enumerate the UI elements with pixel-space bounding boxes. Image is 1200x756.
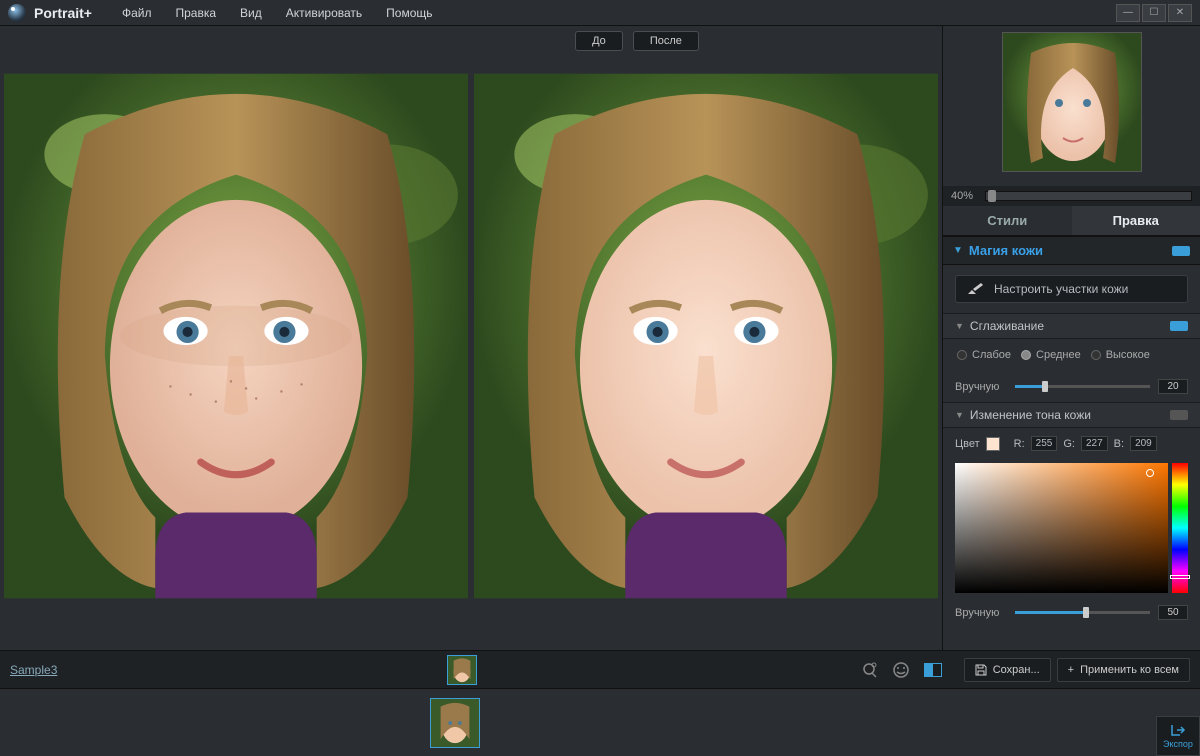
filename-link[interactable]: Sample3 [10,663,57,677]
zoom-slider[interactable] [985,191,1192,201]
radio-medium[interactable]: Среднее [1021,349,1081,361]
after-badge: После [633,31,699,51]
caret-down-icon: ▼ [953,245,963,256]
tone-slider[interactable] [1015,611,1150,614]
saturation-picker[interactable] [955,463,1168,593]
before-image [4,56,468,616]
g-value[interactable]: 227 [1081,436,1108,451]
toggle-smoothing[interactable] [1170,321,1188,331]
save-button[interactable]: Сохран... [964,658,1051,682]
menu-file[interactable]: Файл [110,6,164,20]
app-title: Portrait+ [34,5,92,21]
apply-all-button[interactable]: + Применить ко всем [1057,658,1190,682]
brush-icon [966,282,984,296]
after-pane[interactable] [474,56,938,616]
app-logo-icon [8,4,26,22]
preview-thumbnail[interactable] [1002,32,1142,172]
before-badge: До [575,31,623,51]
export-icon [1170,723,1186,737]
tab-edit[interactable]: Правка [1072,206,1200,235]
close-button[interactable]: ✕ [1168,4,1192,22]
statusbar: Sample3 Сохран... + Применить ко всем [0,650,1200,688]
menu-activate[interactable]: Активировать [274,6,374,20]
titlebar: Portrait+ Файл Правка Вид Активировать П… [0,0,1200,26]
menu-help[interactable]: Помощь [374,6,444,20]
toggle-skin-magic[interactable] [1172,246,1190,256]
smile-icon[interactable] [892,661,910,679]
caret-down-icon: ▼ [955,410,964,420]
radio-low[interactable]: Слабое [957,349,1011,361]
tab-styles[interactable]: Стили [943,206,1072,235]
tone-value[interactable]: 50 [1158,605,1188,620]
filmstrip: Экспор [0,688,1200,756]
viewer: До После [0,26,942,650]
caret-down-icon: ▼ [955,321,964,331]
adjust-skin-areas-button[interactable]: Настроить участки кожи [955,275,1188,303]
menu-edit[interactable]: Правка [163,6,228,20]
plus-icon: + [1068,664,1074,676]
zoom-value: 40% [951,190,979,202]
color-swatch[interactable] [986,437,1000,451]
maximize-button[interactable]: ☐ [1142,4,1166,22]
face-detect-icon[interactable] [860,661,878,679]
compare-icon[interactable] [924,661,942,679]
toggle-skin-tone[interactable] [1170,410,1188,420]
r-value[interactable]: 255 [1031,436,1058,451]
smoothing-slider[interactable] [1015,385,1150,388]
after-image [474,56,938,616]
hue-slider[interactable] [1172,463,1188,593]
sub-skin-tone[interactable]: ▼ Изменение тона кожи [943,402,1200,428]
face-thumb[interactable] [447,655,477,685]
save-icon [975,664,987,676]
right-panel: 40% Стили Правка ▼ Магия кожи Настроить … [942,26,1200,650]
export-button[interactable]: Экспор [1156,716,1200,756]
section-skin-magic[interactable]: ▼ Магия кожи [943,236,1200,265]
minimize-button[interactable]: — [1116,4,1140,22]
sub-smoothing[interactable]: ▼ Сглаживание [943,313,1200,339]
before-pane[interactable] [4,56,468,616]
filmstrip-thumb[interactable] [430,698,480,748]
b-value[interactable]: 209 [1130,436,1157,451]
menu-view[interactable]: Вид [228,6,274,20]
smoothing-value[interactable]: 20 [1158,379,1188,394]
radio-high[interactable]: Высокое [1091,349,1150,361]
